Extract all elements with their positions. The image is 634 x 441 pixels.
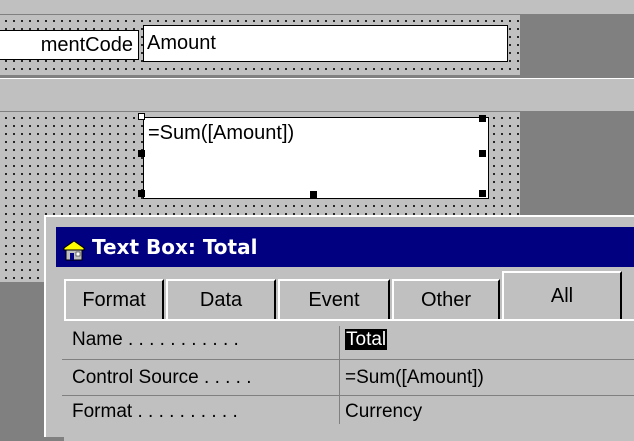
footer-section-bar[interactable] [0,78,634,112]
sizing-handle[interactable] [479,190,486,197]
detail-gray-area [520,15,634,75]
payment-code-label[interactable]: mentCode [0,30,139,60]
sizing-handle[interactable] [310,191,317,198]
sizing-handle[interactable] [138,113,145,120]
tab-event-label: Event [308,289,360,311]
tab-all-label: All [550,285,574,307]
property-sheet-icon [62,235,86,261]
value-column-divider [339,326,340,424]
sizing-handle[interactable] [138,150,145,157]
sizing-handle[interactable] [479,150,486,157]
tab-other[interactable]: Other [392,279,500,319]
property-value-name[interactable]: Total [343,328,634,352]
tab-event[interactable]: Event [278,279,390,319]
row-divider [62,395,634,396]
tab-all[interactable]: All [502,271,622,319]
tab-format[interactable]: Format [64,279,164,319]
payment-code-label-text: mentCode [40,34,133,56]
row-divider [62,359,634,360]
property-value-format[interactable]: Currency [343,400,634,424]
total-textbox-text: =Sum([Amount]) [148,122,295,144]
amount-textbox-text: Amount [147,32,216,54]
total-textbox[interactable]: =Sum([Amount]) [143,117,489,199]
property-label-control-source: Control Source . . . . . [72,367,252,388]
property-label-format: Format . . . . . . . . . . [72,401,238,422]
tab-data-label: Data [199,289,243,311]
property-label-name: Name . . . . . . . . . . . [72,329,239,350]
section-top-strip [0,0,634,15]
property-value-control-source[interactable]: =Sum([Amount]) [343,366,634,390]
amount-textbox[interactable]: Amount [143,25,508,62]
selected-name-value: Total [345,329,388,350]
tab-data[interactable]: Data [166,279,276,319]
property-sheet-titlebar[interactable]: Text Box: Total [56,227,634,267]
sizing-handle[interactable] [479,115,486,122]
tab-other-label: Other [420,289,472,311]
sizing-handle[interactable] [138,190,145,197]
tab-format-label: Format [82,289,146,311]
property-sheet-title: Text Box: Total [92,235,258,259]
